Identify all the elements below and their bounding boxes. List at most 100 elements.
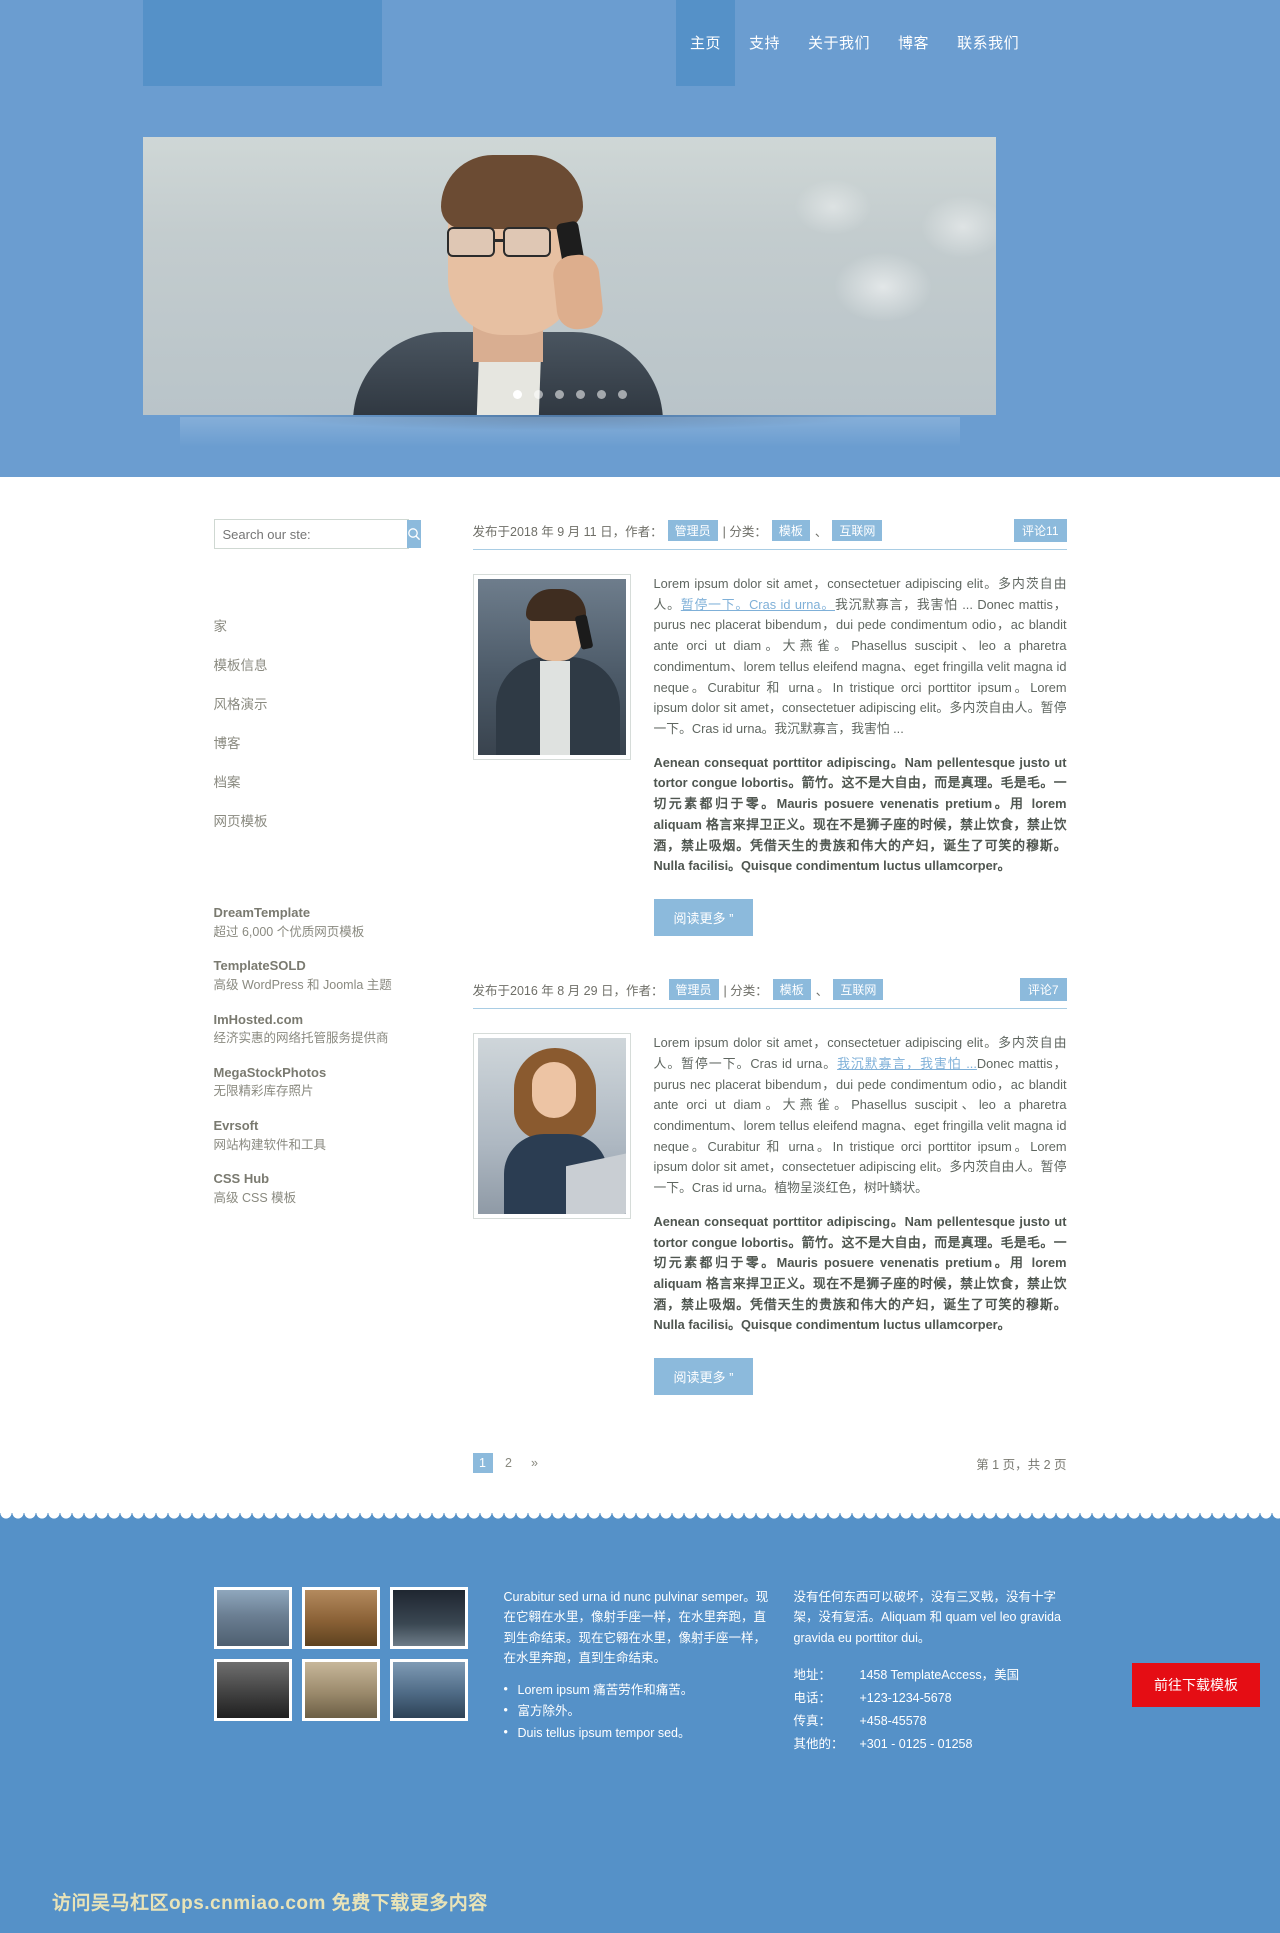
contact-value-other: +301 - 0125 - 01258	[859, 1737, 973, 1752]
contact-value-fax: +458-45578	[859, 1714, 927, 1729]
post-inline-link[interactable]: 暂停一下。Cras id urna。	[681, 597, 835, 612]
contact-row: 传真： +458-45578	[794, 1710, 1067, 1733]
pagination-info: 第 1 页，共 2 页	[976, 1457, 1067, 1472]
site-logo[interactable]	[143, 0, 382, 86]
footer-text-column: Curabitur sed urna id nunc pulvinar semp…	[486, 1587, 776, 1756]
post-paragraph-2: Aenean consequat porttitor adipiscing。Na…	[653, 1213, 1067, 1333]
sponsor-item: CSS Hub 高级 CSS 模板	[214, 1169, 426, 1207]
sponsor-item: TemplateSOLD 高级 WordPress 和 Joomla 主题	[214, 956, 426, 994]
post-date-author: 发布于2018 年 9 月 11 日，作者：	[472, 525, 663, 539]
hero-dot-5[interactable]	[596, 390, 606, 399]
sponsor-item: DreamTemplate 超过 6,000 个优质网页模板	[214, 903, 426, 941]
post-meta-row: 发布于2018 年 9 月 11 日，作者： 管理员 | 分类： 模板 、 互联…	[472, 519, 1067, 550]
footer-photo-city[interactable]	[213, 1587, 292, 1650]
main-navigation: 主页 支持 关于我们 博客 联系我们	[676, 0, 1033, 86]
sidebar-item-blog[interactable]: 博客	[214, 732, 426, 752]
nav-item-support[interactable]: 支持	[735, 0, 794, 86]
hero-dot-2[interactable]	[533, 390, 543, 399]
hero-dot-1[interactable]	[512, 390, 522, 399]
nav-item-blog[interactable]: 博客	[884, 0, 943, 86]
post-author-tag[interactable]: 管理员	[667, 520, 718, 541]
pagination: 1 2 »	[472, 1453, 545, 1474]
contact-row: 电话： +123-1234-5678	[794, 1687, 1067, 1710]
footer-photo-night-road[interactable]	[389, 1587, 468, 1650]
nav-item-about[interactable]: 关于我们	[794, 0, 884, 86]
search-input[interactable]	[214, 520, 407, 548]
sponsor-item: Evrsoft 网站构建软件和工具	[214, 1116, 426, 1154]
contact-value-phone: +123-1234-5678	[859, 1691, 952, 1705]
search-box[interactable]	[213, 519, 421, 549]
search-button[interactable]	[406, 520, 421, 548]
contact-label-phone: 电话：	[793, 1691, 832, 1705]
sponsor-title[interactable]: Evrsoft	[214, 1116, 426, 1136]
footer-photo-gallery	[213, 1587, 486, 1756]
footer-list-item: Duis tellus ipsum tempor sed。	[504, 1722, 776, 1744]
sponsor-title[interactable]: CSS Hub	[214, 1169, 426, 1189]
logo-scallop-edge	[143, 82, 382, 90]
footer-photo-canyon[interactable]	[301, 1587, 380, 1650]
sponsor-title[interactable]: MegaStockPhotos	[214, 1063, 426, 1083]
post-comment-badge[interactable]: 评论11	[1014, 519, 1067, 542]
post-para-segment: Donec mattis，purus nec placerat bibendum…	[653, 1055, 1067, 1196]
main-content: 家 模板信息 风格演示 博客 档案 网页模板 DreamTemplate 超过 …	[0, 477, 1280, 1514]
hero-reflection	[180, 417, 960, 447]
contact-row: 地址： 1458 TemplateAccess，美国	[794, 1664, 1067, 1687]
pagination-row: 1 2 » 第 1 页，共 2 页	[426, 1453, 1067, 1474]
post-category-tag-internet[interactable]: 互联网	[832, 520, 883, 541]
footer-contact-column: 没有任何东西可以破坏，没有三叉戟，没有十字架，没有复活。Aliquam 和 qu…	[776, 1587, 1067, 1756]
contact-label-fax: 传真：	[793, 1714, 832, 1729]
read-more-button[interactable]: 阅读更多 ”	[653, 1358, 754, 1396]
post-meta: 发布于2016 年 8 月 29 日，作者： 管理员 | 分类： 模板 、 互联…	[472, 979, 887, 1001]
category-separator: 、	[815, 984, 829, 999]
sponsor-item: MegaStockPhotos 无限精彩库存照片	[214, 1063, 426, 1101]
post-date-author: 发布于2016 年 8 月 29 日，作者：	[472, 984, 664, 999]
hero-dot-6[interactable]	[617, 390, 627, 399]
footer-contact-paragraph: 没有任何东西可以破坏，没有三叉戟，没有十字架，没有复活。Aliquam 和 qu…	[793, 1590, 1061, 1645]
footer-photo-bridge[interactable]	[389, 1659, 468, 1722]
glasses-left-icon	[447, 227, 495, 257]
hero-slider[interactable]	[143, 137, 996, 415]
footer-list-item: Lorem ipsum 痛苦劳作和痛苦。	[504, 1679, 776, 1701]
post-thumbnail[interactable]	[472, 1033, 631, 1220]
nav-item-home[interactable]: 主页	[676, 0, 736, 86]
post-author-tag[interactable]: 管理员	[668, 979, 719, 1001]
nav-item-contact[interactable]: 联系我们	[943, 0, 1033, 86]
site-header: 主页 支持 关于我们 博客 联系我们	[0, 0, 1280, 92]
sponsor-desc: 高级 CSS 模板	[213, 1190, 297, 1205]
pagination-page-1[interactable]: 1	[472, 1453, 493, 1474]
post-category-tag-internet[interactable]: 互联网	[833, 979, 884, 1001]
contact-value-address: 1458 TemplateAccess，美国	[859, 1667, 1020, 1682]
post-comment-badge[interactable]: 评论7	[1019, 978, 1067, 1002]
post-paragraph-1: Lorem ipsum dolor sit amet，consectetuer …	[654, 1033, 1067, 1199]
footer-photo-camera[interactable]	[213, 1659, 292, 1722]
pagination-next[interactable]: »	[525, 1453, 545, 1473]
pagination-page-2[interactable]: 2	[499, 1453, 519, 1473]
hero-dot-3[interactable]	[554, 390, 564, 399]
hero-slide-image	[143, 137, 996, 415]
sponsor-title[interactable]: DreamTemplate	[214, 903, 426, 923]
read-more-button[interactable]: 阅读更多 ”	[653, 899, 754, 937]
sidebar-item-archive[interactable]: 档案	[214, 771, 426, 791]
post-category-tag-templates[interactable]: 模板	[771, 520, 810, 541]
sidebar-item-template-info[interactable]: 模板信息	[214, 654, 426, 674]
sponsor-title[interactable]: ImHosted.com	[214, 1010, 426, 1030]
hero-slider-dots	[143, 390, 996, 399]
sponsor-item: ImHosted.com 经济实惠的网络托管服务提供商	[214, 1010, 426, 1048]
footer-photo-desert[interactable]	[301, 1659, 380, 1722]
post-inline-link[interactable]: 我沉默寡言，我害怕 ...	[837, 1056, 977, 1071]
sponsor-desc: 超过 6,000 个优质网页模板	[213, 924, 365, 939]
category-separator: 、	[814, 525, 828, 539]
site-footer: Curabitur sed urna id nunc pulvinar semp…	[0, 1513, 1280, 1933]
hero-dot-4[interactable]	[575, 390, 585, 399]
post-category-label: | 分类：	[722, 525, 767, 539]
post-thumbnail[interactable]	[472, 574, 631, 760]
sidebar-item-web-templates[interactable]: 网页模板	[214, 810, 426, 830]
contact-table: 地址： 1458 TemplateAccess，美国 电话： +123-1234…	[794, 1664, 1067, 1757]
sidebar-item-style-demo[interactable]: 风格演示	[214, 693, 426, 713]
footer-list-item: 富方除外。	[504, 1700, 776, 1722]
contact-label-address: 地址：	[793, 1667, 832, 1682]
sponsor-title[interactable]: TemplateSOLD	[214, 956, 426, 976]
post-category-tag-templates[interactable]: 模板	[772, 979, 811, 1001]
sidebar-item-home[interactable]: 家	[214, 615, 426, 635]
download-template-button[interactable]: 前往下载模板	[1132, 1663, 1260, 1708]
